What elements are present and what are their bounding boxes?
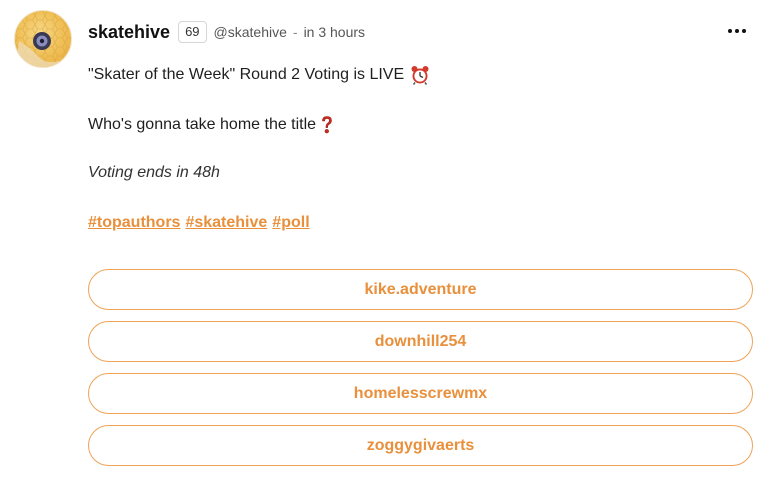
- red-question-mark-icon: [320, 115, 334, 135]
- post-note: Voting ends in 48h: [88, 164, 220, 181]
- author-handle[interactable]: @skatehive: [214, 24, 287, 40]
- post-time[interactable]: in 3 hours: [304, 24, 365, 40]
- poll-option-button[interactable]: zoggygivaerts: [88, 425, 753, 466]
- post-question: Who's gonna take home the title: [88, 116, 317, 133]
- poll-option-button[interactable]: downhill254: [88, 321, 753, 362]
- post-question-line: Who's gonna take home the title: [88, 115, 334, 135]
- poll-option-button[interactable]: homelesscrewmx: [88, 373, 753, 414]
- post-title-line: "Skater of the Week" Round 2 Voting is L…: [88, 65, 430, 85]
- poll-option-button[interactable]: kike.adventure: [88, 269, 753, 310]
- tag-topauthors[interactable]: #topauthors: [88, 214, 180, 232]
- tag-list: #topauthors #skatehive #poll: [88, 214, 315, 232]
- post-title: "Skater of the Week" Round 2 Voting is L…: [88, 66, 405, 83]
- skatehive-logo-icon: [15, 11, 71, 67]
- tag-poll[interactable]: #poll: [272, 214, 309, 232]
- avatar[interactable]: [14, 10, 72, 68]
- post-header: skatehive 69 @skatehive - in 3 hours: [88, 20, 365, 44]
- author-name[interactable]: skatehive: [88, 22, 170, 43]
- tag-skatehive[interactable]: #skatehive: [185, 214, 267, 232]
- header-separator: -: [292, 24, 298, 40]
- reputation-badge: 69: [178, 21, 207, 43]
- more-options-icon[interactable]: [724, 22, 750, 40]
- alarm-clock-icon: [410, 65, 430, 85]
